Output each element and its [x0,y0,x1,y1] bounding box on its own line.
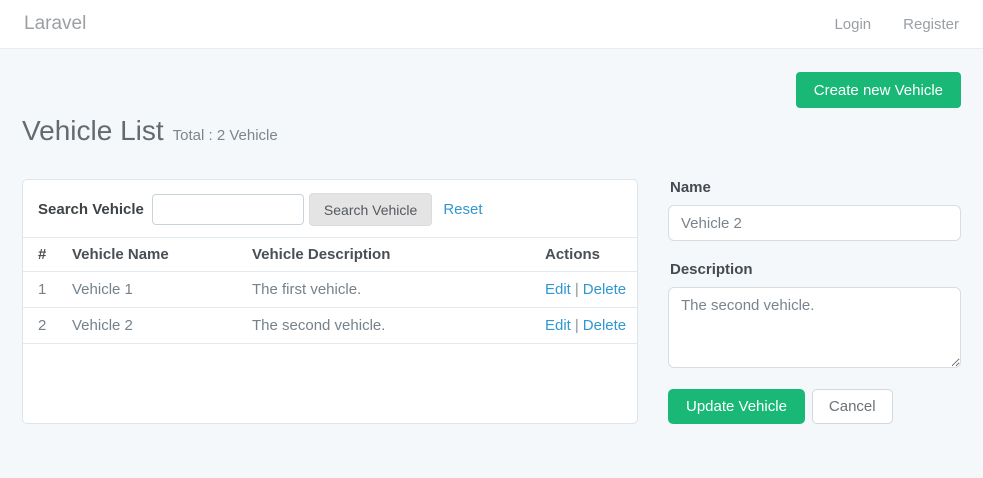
link-separator: | [575,317,579,334]
description-label: Description [670,261,961,278]
column-header-actions: Actions [537,238,637,272]
vehicle-table: # Vehicle Name Vehicle Description Actio… [23,237,637,344]
edit-link[interactable]: Edit [545,281,571,298]
name-field[interactable] [668,205,961,241]
delete-link[interactable]: Delete [583,317,626,334]
vehicle-name-cell: Vehicle 1 [64,272,244,308]
edit-vehicle-form: Name Description The second vehicle. Upd… [668,179,961,424]
column-header-description: Vehicle Description [244,238,537,272]
nav-link-login[interactable]: Login [834,16,871,33]
vehicle-name-cell: Vehicle 2 [64,308,244,344]
top-actions: Create new Vehicle [22,72,961,108]
brand-laravel[interactable]: Laravel [24,13,86,35]
column-header-name: Vehicle Name [64,238,244,272]
update-vehicle-button[interactable]: Update Vehicle [668,389,805,424]
table-row: 1 Vehicle 1 The first vehicle. Edit|Dele… [23,272,637,308]
actions-cell: Edit|Delete [537,272,637,308]
row-number: 1 [23,272,64,308]
panel-footer-spacer [23,344,637,371]
cancel-button[interactable]: Cancel [812,389,893,424]
page-title: Vehicle List [22,115,164,147]
nav-link-register[interactable]: Register [903,16,959,33]
navbar-links: Login Register [834,16,959,33]
create-new-vehicle-button[interactable]: Create new Vehicle [796,72,961,108]
reset-link[interactable]: Reset [443,201,482,218]
search-form: Search Vehicle Search Vehicle Reset [23,180,637,237]
name-label: Name [670,179,961,196]
row-number: 2 [23,308,64,344]
vehicle-description-cell: The first vehicle. [244,272,537,308]
delete-link[interactable]: Delete [583,281,626,298]
vehicle-list-panel: Search Vehicle Search Vehicle Reset # Ve… [22,179,638,424]
actions-cell: Edit|Delete [537,308,637,344]
table-header-row: # Vehicle Name Vehicle Description Actio… [23,238,637,272]
total-count-label: Total : 2 Vehicle [173,127,278,144]
navbar: Laravel Login Register [0,0,983,49]
search-button[interactable]: Search Vehicle [309,193,432,226]
search-input[interactable] [152,194,304,225]
search-label: Search Vehicle [38,201,144,218]
table-row: 2 Vehicle 2 The second vehicle. Edit|Del… [23,308,637,344]
edit-link[interactable]: Edit [545,317,571,334]
form-buttons: Update Vehicle Cancel [668,389,961,424]
description-field[interactable]: The second vehicle. [668,287,961,368]
page-heading: Vehicle List Total : 2 Vehicle [22,115,961,147]
vehicle-description-cell: The second vehicle. [244,308,537,344]
link-separator: | [575,281,579,298]
column-header-number: # [23,238,64,272]
page-container: Create new Vehicle Vehicle List Total : … [0,72,983,424]
content-row: Search Vehicle Search Vehicle Reset # Ve… [22,179,961,424]
